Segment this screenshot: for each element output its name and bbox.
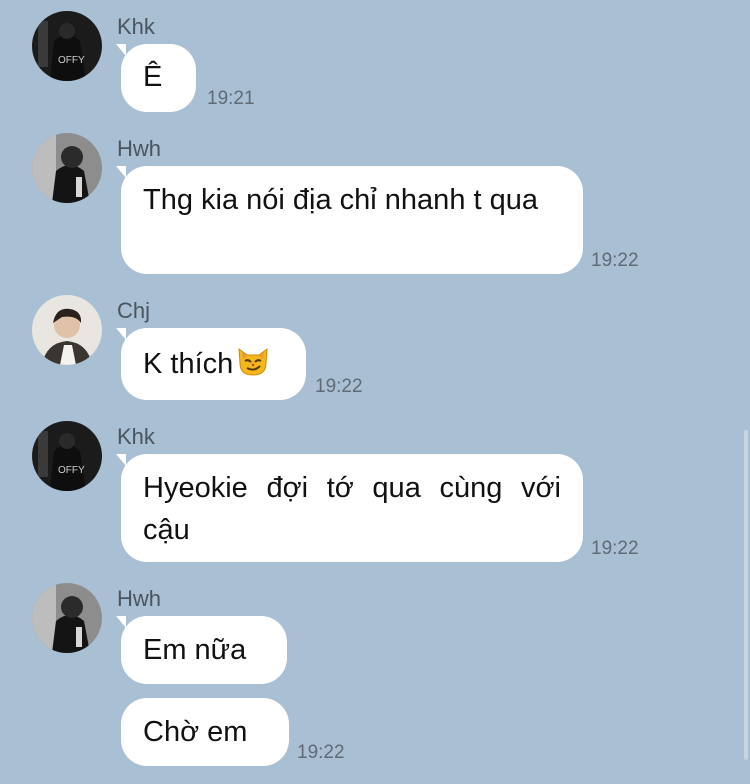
avatar-hwh[interactable] (32, 583, 102, 653)
bubble-tail (116, 454, 126, 466)
message-bubble[interactable]: Hyeokie đợi tớ qua cùng với cậu (121, 454, 583, 562)
message-time: 19:22 (315, 376, 363, 397)
message-bubble[interactable]: K thích (121, 328, 306, 400)
bubble-tail (116, 44, 126, 56)
message-text: K thích (143, 348, 234, 380)
sender-name: Khk (117, 424, 155, 449)
message-time: 19:21 (207, 88, 255, 109)
avatar-khk[interactable]: OFFY (32, 11, 102, 81)
svg-text:OFFY: OFFY (58, 55, 85, 66)
message-bubble[interactable]: Thg kia nói địa chỉ nhanh t qua (121, 166, 583, 274)
svg-text:OFFY: OFFY (58, 465, 85, 476)
sender-name: Khk (117, 14, 155, 39)
message-time: 19:22 (297, 742, 345, 763)
message-text: Chờ em (143, 716, 248, 748)
avatar-chj[interactable] (32, 295, 102, 365)
message-bubble[interactable]: Em nữa (121, 616, 287, 684)
bubble-tail (116, 616, 126, 628)
message-text: Thg kia nói địa chỉ nhanh t qua (143, 184, 538, 216)
sender-name: Hwh (117, 586, 162, 611)
smirking-cat-icon (235, 343, 271, 391)
message-text: Ê (143, 61, 163, 93)
bubble-tail (116, 328, 126, 340)
sender-name: Chj (117, 298, 151, 323)
bubble-tail (116, 166, 126, 178)
message-bubble[interactable]: Ê (121, 44, 196, 112)
message-time: 19:22 (591, 538, 639, 559)
message-bubble[interactable]: Chờ em (121, 698, 289, 766)
sender-name: Hwh (117, 136, 162, 161)
message-text: Em nữa (143, 634, 247, 666)
scrollbar[interactable] (744, 430, 748, 760)
avatar-hwh[interactable] (32, 133, 102, 203)
message-text: Hyeokie đợi tớ qua cùng với cậu (143, 472, 561, 546)
message-time: 19:22 (591, 250, 639, 271)
avatar-khk[interactable]: OFFY (32, 421, 102, 491)
